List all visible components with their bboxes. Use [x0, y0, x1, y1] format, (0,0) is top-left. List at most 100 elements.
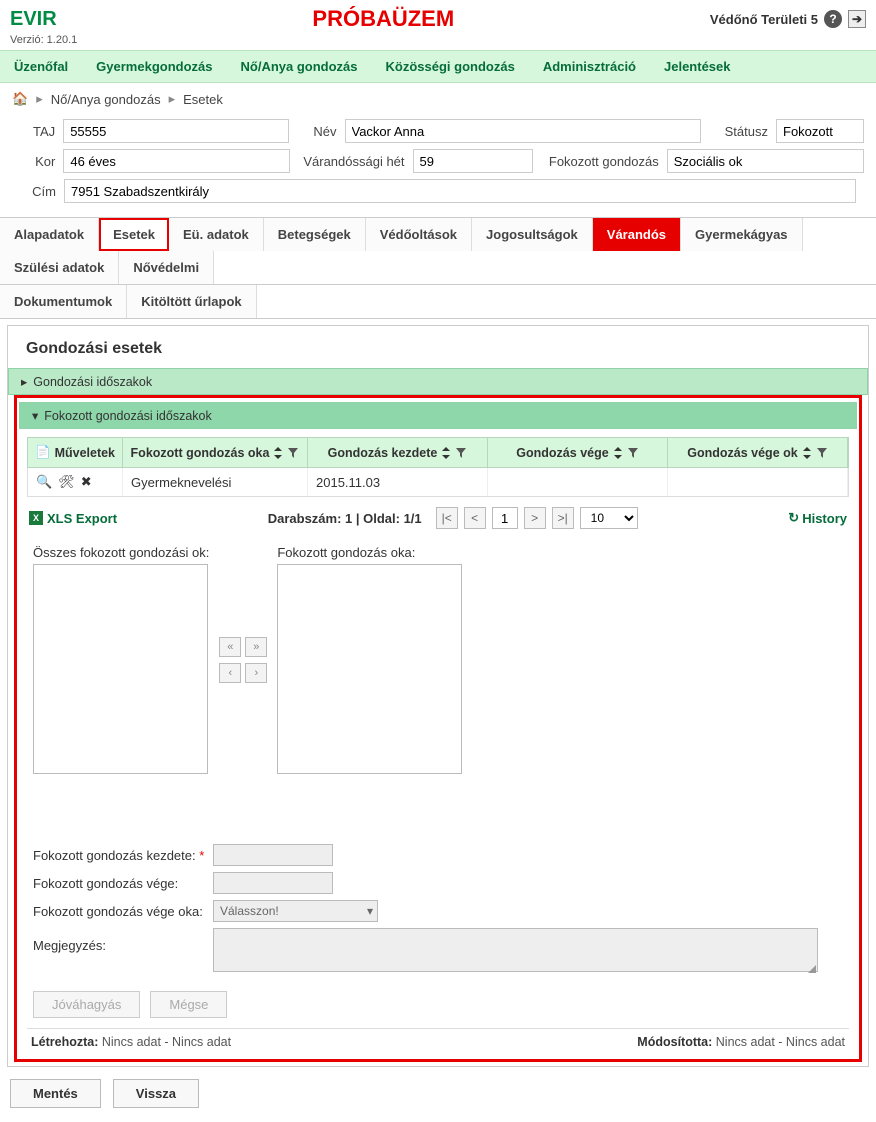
pager-first[interactable]: |<: [436, 507, 458, 529]
history-link[interactable]: ↻ History: [788, 510, 847, 526]
save-button[interactable]: Mentés: [10, 1079, 101, 1108]
pager-next[interactable]: >: [524, 507, 546, 529]
col-muveletek: 📄 Műveletek: [28, 438, 123, 467]
menu-kozossegi[interactable]: Közösségi gondozás: [386, 59, 515, 74]
cell-kezd: 2015.11.03: [308, 468, 488, 496]
cell-oka: Gyermeknevelési: [123, 468, 308, 496]
select-placeholder: Válasszon!: [220, 904, 279, 918]
tab-varandos[interactable]: Várandós: [593, 218, 681, 251]
breadcrumb-1[interactable]: Nő/Anya gondozás: [51, 92, 161, 107]
kor-input[interactable]: [63, 149, 290, 173]
het-input[interactable]: [413, 149, 533, 173]
xls-export[interactable]: X XLS Export: [29, 511, 117, 526]
col-kezd[interactable]: Gondozás kezdete: [308, 438, 488, 467]
edit-icon[interactable]: 🛠: [58, 474, 75, 490]
textarea-megj[interactable]: [213, 928, 818, 972]
tab-jogosultsagok[interactable]: Jogosultságok: [472, 218, 593, 251]
back-button[interactable]: Vissza: [113, 1079, 199, 1108]
input-kezd[interactable]: [213, 844, 333, 866]
accordion-label: Fokozott gondozási időszakok: [44, 409, 211, 423]
tab-gyermekagyas[interactable]: Gyermekágyas: [681, 218, 803, 251]
sort-icon[interactable]: [441, 447, 451, 459]
filter-icon[interactable]: [816, 447, 828, 459]
dual-right-list[interactable]: [277, 564, 462, 774]
kor-label: Kor: [12, 154, 55, 169]
lab-megj: Megjegyzés:: [33, 928, 213, 953]
het-label: Várandóssági hét: [298, 154, 404, 169]
required-mark: *: [199, 848, 204, 863]
tab-betegsegek[interactable]: Betegségek: [264, 218, 366, 251]
delete-icon[interactable]: ✖: [81, 474, 92, 490]
col-vege[interactable]: Gondozás vége: [488, 438, 668, 467]
pager-size[interactable]: 10: [580, 507, 638, 529]
history-label: History: [802, 511, 847, 526]
tab-kitoltott[interactable]: Kitöltött űrlapok: [127, 285, 256, 318]
lab-vegeok: Fokozott gondozás vége oka:: [33, 904, 213, 919]
filter-icon[interactable]: [455, 447, 467, 459]
tab-dokumentumok[interactable]: Dokumentumok: [0, 285, 127, 318]
col-oka[interactable]: Fokozott gondozás oka: [123, 438, 308, 467]
expand-icon: ▸: [21, 374, 27, 389]
logout-icon[interactable]: ➔: [848, 10, 866, 28]
menu-noanya[interactable]: Nő/Anya gondozás: [241, 59, 358, 74]
cim-input[interactable]: [64, 179, 856, 203]
tab-szulesi[interactable]: Szülési adatok: [0, 251, 119, 284]
fok-input[interactable]: [667, 149, 864, 173]
input-vege[interactable]: [213, 872, 333, 894]
user-name: Védőnő Területi 5: [710, 12, 818, 27]
nev-input[interactable]: [345, 119, 702, 143]
accordion-fokozott[interactable]: ▾ Fokozott gondozási időszakok: [19, 402, 857, 429]
taj-input[interactable]: [63, 119, 289, 143]
taj-label: TAJ: [12, 124, 55, 139]
cancel-button[interactable]: Mégse: [150, 991, 227, 1018]
add-icon[interactable]: 📄: [35, 445, 51, 460]
help-icon[interactable]: ?: [824, 10, 842, 28]
select-vegeok[interactable]: Válasszon! ▾: [213, 900, 378, 922]
menu-gyermek[interactable]: Gyermekgondozás: [96, 59, 212, 74]
move-left[interactable]: ‹: [219, 663, 241, 683]
home-icon[interactable]: 🏠: [12, 91, 28, 107]
accordion-label: Gondozási időszakok: [33, 375, 152, 389]
tab-vedooltasok[interactable]: Védőoltások: [366, 218, 472, 251]
sort-icon[interactable]: [613, 447, 623, 459]
pager-prev[interactable]: <: [464, 507, 486, 529]
fok-label: Fokozott gondozás: [541, 154, 659, 169]
tab-alapadatok[interactable]: Alapadatok: [0, 218, 99, 251]
cell-vege: [488, 468, 668, 496]
statusz-label: Státusz: [709, 124, 768, 139]
tab-esetek[interactable]: Esetek: [99, 218, 169, 251]
breadcrumb-sep: ▸: [169, 91, 176, 107]
version-label: Verzió: 1.20.1: [0, 34, 876, 50]
filter-icon[interactable]: [627, 447, 639, 459]
tab-eu-adatok[interactable]: Eü. adatok: [169, 218, 264, 251]
approve-button[interactable]: Jóváhagyás: [33, 991, 140, 1018]
dual-left-list[interactable]: [33, 564, 208, 774]
statusz-input[interactable]: [776, 119, 864, 143]
lab-vege: Fokozott gondozás vége:: [33, 876, 213, 891]
dual-left-label: Összes fokozott gondozási ok:: [33, 545, 209, 564]
menu-jelentesek[interactable]: Jelentések: [664, 59, 731, 74]
menu-admin[interactable]: Adminisztráció: [543, 59, 636, 74]
chevron-down-icon: ▾: [367, 904, 373, 918]
table-row[interactable]: 🔍 🛠 ✖ Gyermeknevelési 2015.11.03: [27, 468, 849, 497]
filter-icon[interactable]: [287, 447, 299, 459]
col-label: Gondozás kezdete: [328, 446, 438, 460]
move-all-right[interactable]: »: [245, 637, 267, 657]
move-right[interactable]: ›: [245, 663, 267, 683]
pager-page[interactable]: [492, 507, 518, 529]
breadcrumb-2[interactable]: Esetek: [183, 92, 223, 107]
main-menu: Üzenőfal Gyermekgondozás Nő/Anya gondozá…: [0, 50, 876, 83]
pager-last[interactable]: >|: [552, 507, 574, 529]
cim-label: Cím: [12, 184, 56, 199]
sort-icon[interactable]: [273, 447, 283, 459]
trial-banner: PRÓBAÜZEM: [57, 6, 710, 32]
menu-uzenofal[interactable]: Üzenőfal: [14, 59, 68, 74]
move-all-left[interactable]: «: [219, 637, 241, 657]
history-icon: ↻: [788, 510, 799, 526]
col-vegeok[interactable]: Gondozás vége ok: [668, 438, 848, 467]
view-icon[interactable]: 🔍: [36, 474, 52, 490]
tab-novedelmi[interactable]: Nővédelmi: [119, 251, 214, 284]
accordion-idoszakok[interactable]: ▸ Gondozási időszakok: [8, 368, 868, 395]
sort-icon[interactable]: [802, 447, 812, 459]
cell-vegeok: [668, 468, 848, 496]
